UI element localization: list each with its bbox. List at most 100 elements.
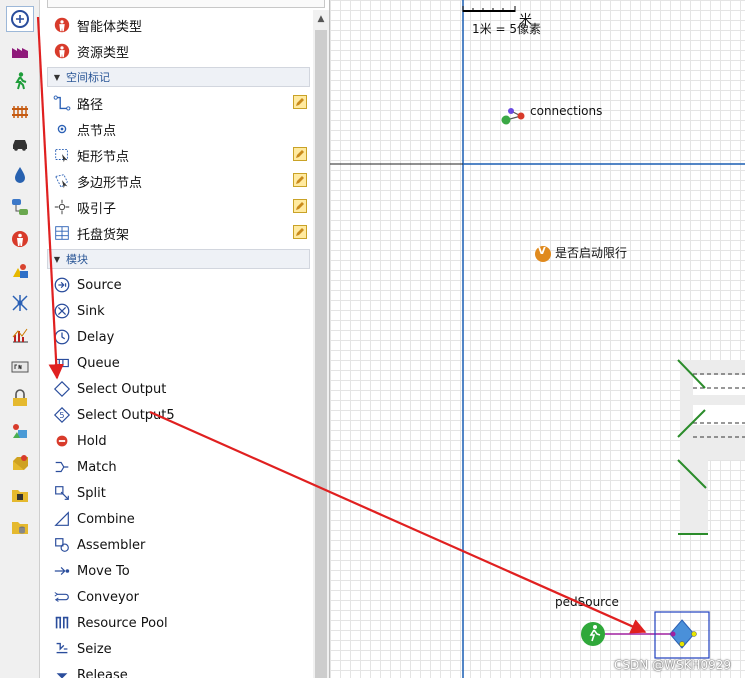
- palette-item-move-to[interactable]: Move To: [51, 558, 307, 584]
- pencil-icon[interactable]: [293, 95, 307, 109]
- pencil-icon[interactable]: [293, 147, 307, 161]
- pedestrian-icon[interactable]: [6, 68, 34, 94]
- section-blocks[interactable]: ▼ 模块: [47, 249, 310, 269]
- statechart-icon[interactable]: [6, 194, 34, 220]
- palette-item-label: 多边形节点: [77, 175, 143, 191]
- database-icon[interactable]: [6, 514, 34, 540]
- move-to-icon: [51, 561, 73, 581]
- palette-item-assembler[interactable]: Assembler: [51, 532, 307, 558]
- palette-item-path[interactable]: 路径: [51, 90, 307, 116]
- palette-item-label: Move To: [77, 563, 130, 579]
- tool-rail: [0, 0, 40, 678]
- palette-item-label: 智能体类型: [77, 19, 143, 35]
- palette-scrollbar[interactable]: ▲: [313, 10, 329, 678]
- network-icon[interactable]: [6, 290, 34, 316]
- palette-item-sink[interactable]: Sink: [51, 298, 307, 324]
- palette-item-seize[interactable]: Seize: [51, 636, 307, 662]
- rect-node-icon: [51, 145, 73, 165]
- palette-item-label: Split: [77, 485, 106, 501]
- palette-item-label: Source: [77, 277, 122, 293]
- combine-icon: [51, 509, 73, 529]
- split-icon: [51, 483, 73, 503]
- pencil-icon[interactable]: [293, 199, 307, 213]
- palette-item-combine[interactable]: Combine: [51, 506, 307, 532]
- hold-icon: [51, 431, 73, 451]
- palette-item-label: 托盘货架: [77, 227, 130, 243]
- palette-item-label: Match: [77, 459, 117, 475]
- palette-item-source[interactable]: Source: [51, 272, 307, 298]
- release-icon: [51, 665, 73, 678]
- palette-item-label: Combine: [77, 511, 135, 527]
- seize-icon: [51, 639, 73, 659]
- connectivity-icon[interactable]: [6, 386, 34, 412]
- palette-item-label: 资源类型: [77, 45, 130, 61]
- palette-item-select-output5[interactable]: 5 Select Output5: [51, 402, 307, 428]
- svg-text:5: 5: [59, 410, 64, 420]
- presentation-icon[interactable]: [6, 258, 34, 284]
- palette-item-select-output[interactable]: Select Output: [51, 376, 307, 402]
- 3d-objects-icon[interactable]: [6, 450, 34, 476]
- palette-item-label: 矩形节点: [77, 149, 130, 165]
- palette-item-point-node[interactable]: 点节点: [51, 116, 307, 142]
- folder-icon[interactable]: [6, 482, 34, 508]
- palette-item-label: Seize: [77, 641, 112, 657]
- process-library-icon[interactable]: [6, 6, 34, 32]
- palette-item-resource-pool[interactable]: Resource Pool: [51, 610, 307, 636]
- pictures-icon[interactable]: [6, 418, 34, 444]
- delay-icon: [51, 327, 73, 347]
- palette-item-hold[interactable]: Hold: [51, 428, 307, 454]
- palette-item-conveyor[interactable]: Conveyor: [51, 584, 307, 610]
- palette-item-rect-node[interactable]: 矩形节点: [51, 142, 307, 168]
- pencil-icon[interactable]: [293, 173, 307, 187]
- palette-item-label: Conveyor: [77, 589, 139, 605]
- connections-label[interactable]: connections: [530, 104, 602, 118]
- palette-item-attractor[interactable]: 吸引子: [51, 194, 307, 220]
- point-node-icon: [51, 119, 73, 139]
- fluid-icon[interactable]: [6, 162, 34, 188]
- palette-panel: 智能体类型 资源类型 ▼ 空间标记 路径 点节点 矩形节点 多边形节点 吸引子 …: [41, 0, 330, 678]
- palette-item-label: Resource Pool: [77, 615, 168, 631]
- path-icon: [51, 93, 73, 113]
- palette-item-label: Release: [77, 667, 128, 678]
- ped-source-label[interactable]: pedSource: [555, 595, 619, 609]
- collapse-triangle-icon: ▼: [53, 254, 61, 264]
- palette-item-label: 路径: [77, 97, 104, 113]
- palette-item-agent-type[interactable]: 智能体类型: [51, 12, 307, 38]
- scale-ruler: [462, 6, 516, 12]
- collapse-triangle-icon: ▼: [53, 72, 61, 82]
- factory-icon[interactable]: [6, 37, 34, 63]
- controls-icon[interactable]: [6, 354, 34, 380]
- palette-item-polygon-node[interactable]: 多边形节点: [51, 168, 307, 194]
- palette-item-split[interactable]: Split: [51, 480, 307, 506]
- pallet-rack-icon: [51, 223, 73, 243]
- palette-item-resource-type[interactable]: 资源类型: [51, 38, 307, 64]
- rail-icon[interactable]: [6, 99, 34, 125]
- palette-item-release[interactable]: Release: [51, 662, 307, 678]
- agent-icon[interactable]: [6, 226, 34, 252]
- palette-item-match[interactable]: Match: [51, 454, 307, 480]
- match-icon: [51, 457, 73, 477]
- ped-source-flow: [581, 611, 710, 659]
- variable-label[interactable]: 是否启动限行: [555, 244, 627, 261]
- watermark: CSDN @WSKH0929: [614, 658, 731, 672]
- palette-search-strip[interactable]: [47, 0, 325, 8]
- connections-icon: [501, 108, 525, 125]
- scrollbar-thumb[interactable]: [315, 30, 327, 678]
- resource-pool-icon: [51, 613, 73, 633]
- model-canvas[interactable]: 米 1米 = 5像素 connections V 是否启动限行 pedSourc…: [330, 0, 745, 678]
- select-output-icon: [51, 379, 73, 399]
- polygon-node-icon: [51, 171, 73, 191]
- pencil-icon[interactable]: [293, 225, 307, 239]
- palette-item-pallet-rack[interactable]: 托盘货架: [51, 220, 307, 246]
- section-space-markup[interactable]: ▼ 空间标记: [47, 67, 310, 87]
- assembler-icon: [51, 535, 73, 555]
- palette-item-label: Select Output5: [77, 407, 175, 423]
- palette-item-label: 吸引子: [77, 201, 117, 217]
- select-output5-icon: 5: [51, 405, 73, 425]
- scroll-up-arrow-icon[interactable]: ▲: [313, 12, 329, 26]
- palette-item-label: Sink: [77, 303, 105, 319]
- car-icon[interactable]: [6, 130, 34, 156]
- analysis-icon[interactable]: [6, 322, 34, 348]
- palette-item-delay[interactable]: Delay: [51, 324, 307, 350]
- palette-item-queue[interactable]: Queue: [51, 350, 307, 376]
